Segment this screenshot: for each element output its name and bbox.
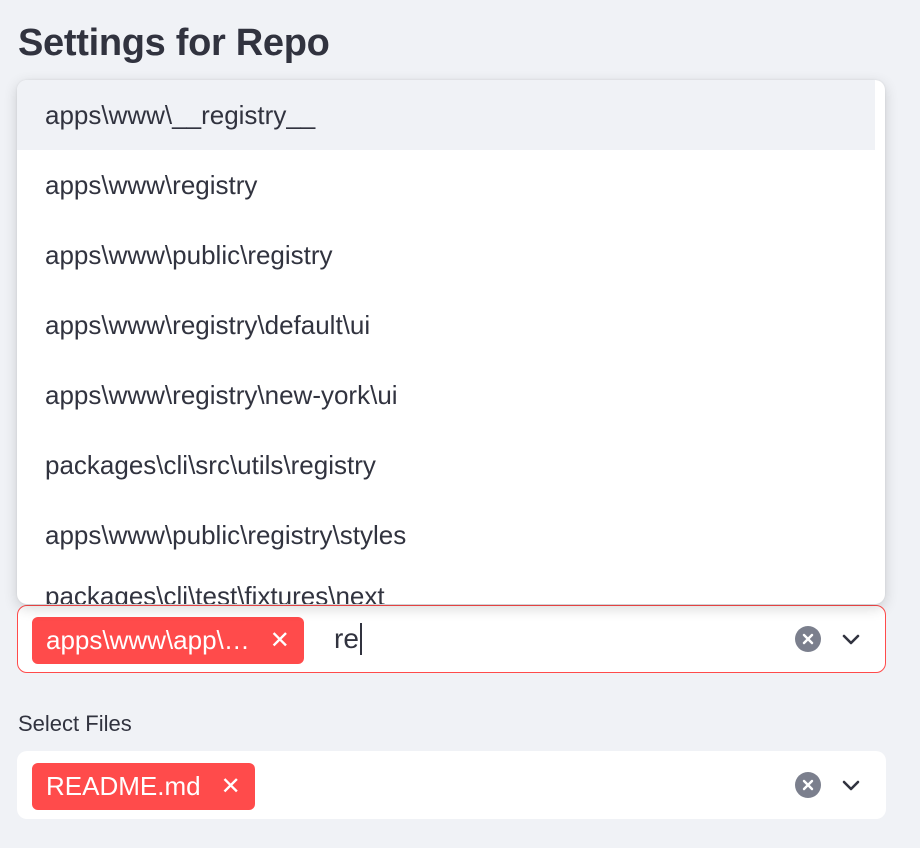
page-title: Settings for Repo [18,22,330,64]
options-list: apps\www\__registry__ apps\www\registry … [17,80,885,604]
option-item[interactable]: apps\www\registry\default\ui [17,290,885,360]
selected-folder-tag: apps\www\app\… ✕ [32,617,304,664]
option-item[interactable]: apps\www\public\registry [17,220,885,290]
close-icon[interactable]: ✕ [221,763,241,810]
chevron-down-icon[interactable] [839,773,863,797]
option-item[interactable]: packages\cli\src\utils\registry [17,430,885,500]
option-item[interactable]: apps\www\registry\new-york\ui [17,360,885,430]
typed-text: re [334,623,359,654]
clear-circle-icon[interactable] [795,626,821,652]
select-files-label: Select Files [18,711,132,736]
close-icon[interactable]: ✕ [270,617,290,664]
tag-label: README.md [46,771,201,801]
tag-label: apps\www\app\… [46,625,250,655]
folder-search-input[interactable]: re [334,606,362,672]
files-multiselect[interactable]: README.md ✕ [17,751,886,819]
option-item[interactable]: apps\www\public\registry\styles [17,500,885,570]
chevron-down-icon[interactable] [839,627,863,651]
selected-file-tag: README.md ✕ [32,763,255,810]
folder-options-dropdown: apps\www\__registry__ apps\www\registry … [17,80,885,604]
folder-multiselect[interactable]: apps\www\app\… ✕ re [17,605,886,673]
option-item[interactable]: packages\cli\test\fixtures\next [17,570,885,604]
option-item[interactable]: apps\www\__registry__ [17,80,875,150]
clear-circle-icon[interactable] [795,772,821,798]
text-caret [359,623,362,655]
option-item[interactable]: apps\www\registry [17,150,885,220]
settings-page: Settings for Repo apps\www\__registry__ … [0,0,920,848]
